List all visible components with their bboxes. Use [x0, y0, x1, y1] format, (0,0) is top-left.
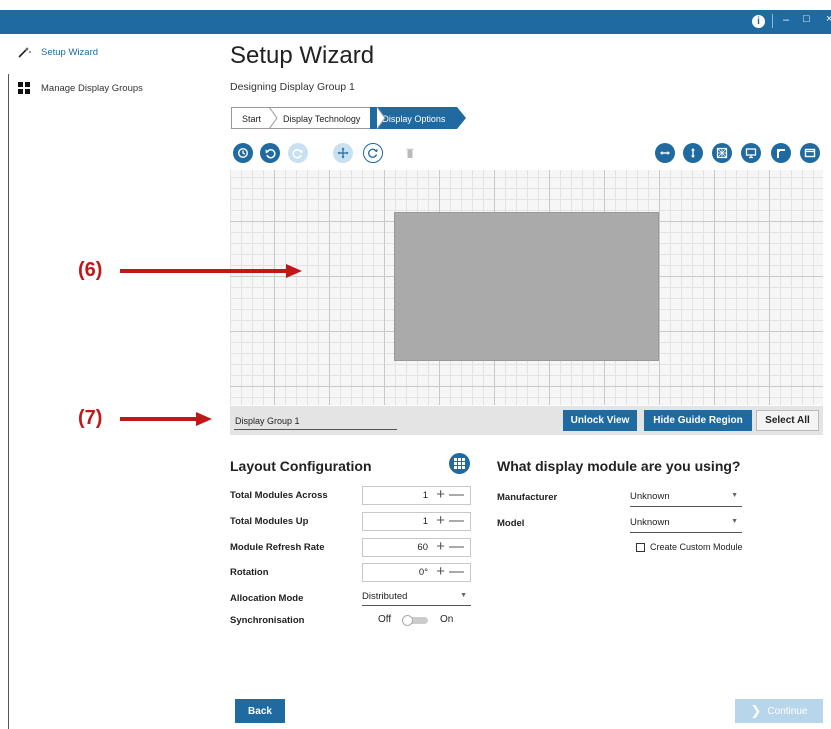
model-select[interactable]: Unknown ▼: [630, 517, 742, 533]
fit-height-icon[interactable]: [683, 143, 703, 163]
info-icon[interactable]: i: [752, 15, 765, 28]
continue-button[interactable]: ❯ Continue: [735, 699, 823, 723]
stepper-value: 1: [422, 516, 428, 527]
callout-arrow-6: [120, 269, 288, 273]
select-all-button[interactable]: Select All: [756, 410, 819, 431]
sidebar: [0, 34, 212, 729]
callout-label-7: (7): [78, 407, 103, 429]
title-bar-divider: [772, 14, 773, 28]
increment-icon[interactable]: +: [436, 538, 445, 555]
decrement-icon[interactable]: —: [449, 486, 464, 503]
total-modules-up-stepper[interactable]: 1 + —: [362, 512, 471, 531]
rotation-stepper[interactable]: 0° + —: [362, 563, 471, 582]
manufacturer-value: Unknown: [630, 491, 670, 502]
chevron-down-icon: ▼: [731, 492, 738, 499]
synchronisation-toggle[interactable]: [402, 615, 428, 626]
page-subtitle: Designing Display Group 1: [230, 81, 355, 93]
chevron-down-icon: ▼: [731, 518, 738, 525]
continue-label: Continue: [767, 705, 808, 717]
create-custom-module-label: Create Custom Module: [650, 542, 743, 552]
callout-label-6: (6): [78, 259, 103, 281]
close-button[interactable]: ×: [826, 13, 831, 25]
grid-icon: [18, 82, 32, 94]
synchronisation-label: Synchronisation: [230, 615, 305, 626]
delete-icon[interactable]: [400, 143, 420, 163]
breadcrumb-display-technology[interactable]: Display Technology: [271, 107, 371, 129]
breadcrumb-start[interactable]: Start: [231, 107, 272, 129]
breadcrumb-chevron: [268, 107, 278, 129]
monitor-icon[interactable]: [741, 143, 761, 163]
total-modules-up-label: Total Modules Up: [230, 516, 309, 527]
move-icon[interactable]: [333, 143, 353, 163]
manufacturer-select[interactable]: Unknown ▼: [630, 491, 742, 507]
breadcrumb-end-arrow: [457, 107, 467, 129]
decrement-icon[interactable]: —: [449, 538, 464, 555]
back-button[interactable]: Back: [235, 699, 285, 723]
unlock-view-button[interactable]: Unlock View: [563, 410, 637, 431]
increment-icon[interactable]: +: [436, 563, 445, 580]
corner-icon[interactable]: [771, 143, 791, 163]
module-refresh-rate-stepper[interactable]: 60 + —: [362, 538, 471, 557]
redo-icon[interactable]: [288, 143, 308, 163]
sidebar-item-label: Setup Wizard: [41, 46, 99, 58]
history-icon[interactable]: [233, 143, 253, 163]
stepper-value: 1: [422, 490, 428, 501]
checkbox-box[interactable]: [636, 542, 645, 552]
undo-icon[interactable]: [260, 143, 280, 163]
total-modules-across-label: Total Modules Across: [230, 490, 328, 501]
increment-icon[interactable]: +: [436, 486, 445, 503]
callout-arrow-7: [120, 417, 198, 421]
frame-icon[interactable]: [800, 143, 820, 163]
callout-arrowhead-6: [286, 264, 302, 278]
chevron-down-icon: ▼: [460, 592, 467, 599]
decrement-icon[interactable]: —: [449, 563, 464, 580]
title-bar: i – □ ×: [0, 0, 831, 34]
page-title: Setup Wizard: [230, 42, 375, 69]
sidebar-divider: [8, 74, 9, 729]
hide-guide-region-button[interactable]: Hide Guide Region: [644, 410, 752, 431]
module-refresh-rate-label: Module Refresh Rate: [230, 542, 325, 553]
chevron-right-icon: ❯: [750, 703, 762, 718]
decrement-icon[interactable]: —: [449, 512, 464, 529]
layout-grid-icon[interactable]: [449, 453, 470, 474]
create-custom-module-checkbox[interactable]: Create Custom Module: [636, 542, 743, 552]
layout-configuration-title: Layout Configuration: [230, 458, 372, 474]
layout-canvas[interactable]: [230, 170, 823, 405]
rotate-icon[interactable]: [363, 143, 383, 163]
display-module-title: What display module are you using?: [497, 458, 741, 474]
stepper-value: 0°: [418, 567, 428, 578]
rotation-label: Rotation: [230, 567, 269, 578]
callout-arrowhead-7: [196, 412, 212, 426]
allocation-mode-value: Distributed: [362, 591, 408, 602]
sync-on-label: On: [440, 614, 454, 625]
toggle-knob: [402, 615, 413, 626]
display-region[interactable]: [394, 212, 659, 361]
sidebar-item-setup-wizard[interactable]: Setup Wizard: [18, 46, 98, 58]
model-label: Model: [497, 518, 525, 529]
increment-icon[interactable]: +: [436, 512, 445, 529]
manufacturer-label: Manufacturer: [497, 492, 558, 503]
total-modules-across-stepper[interactable]: 1 + —: [362, 486, 471, 505]
pattern-icon[interactable]: [712, 143, 732, 163]
allocation-mode-label: Allocation Mode: [230, 593, 304, 604]
stepper-value: 60: [417, 542, 428, 553]
display-group-name-input[interactable]: [234, 413, 397, 430]
sync-off-label: Off: [378, 614, 392, 625]
breadcrumb-chevron: [376, 107, 386, 129]
allocation-mode-select[interactable]: Distributed ▼: [362, 591, 471, 606]
sidebar-item-label: Manage Display Groups: [41, 82, 143, 94]
title-bar-strip: [0, 10, 831, 34]
minimize-button[interactable]: –: [783, 14, 789, 26]
fit-width-icon[interactable]: [655, 143, 675, 163]
sidebar-item-manage-display-groups[interactable]: Manage Display Groups: [18, 82, 143, 94]
maximize-button[interactable]: □: [803, 13, 810, 25]
magic-wand-icon: [18, 46, 32, 58]
model-value: Unknown: [630, 517, 670, 528]
breadcrumb: Start Display Technology Display Options: [231, 107, 467, 129]
canvas-status-bar: Unlock View Hide Guide Region Select All: [230, 406, 823, 435]
